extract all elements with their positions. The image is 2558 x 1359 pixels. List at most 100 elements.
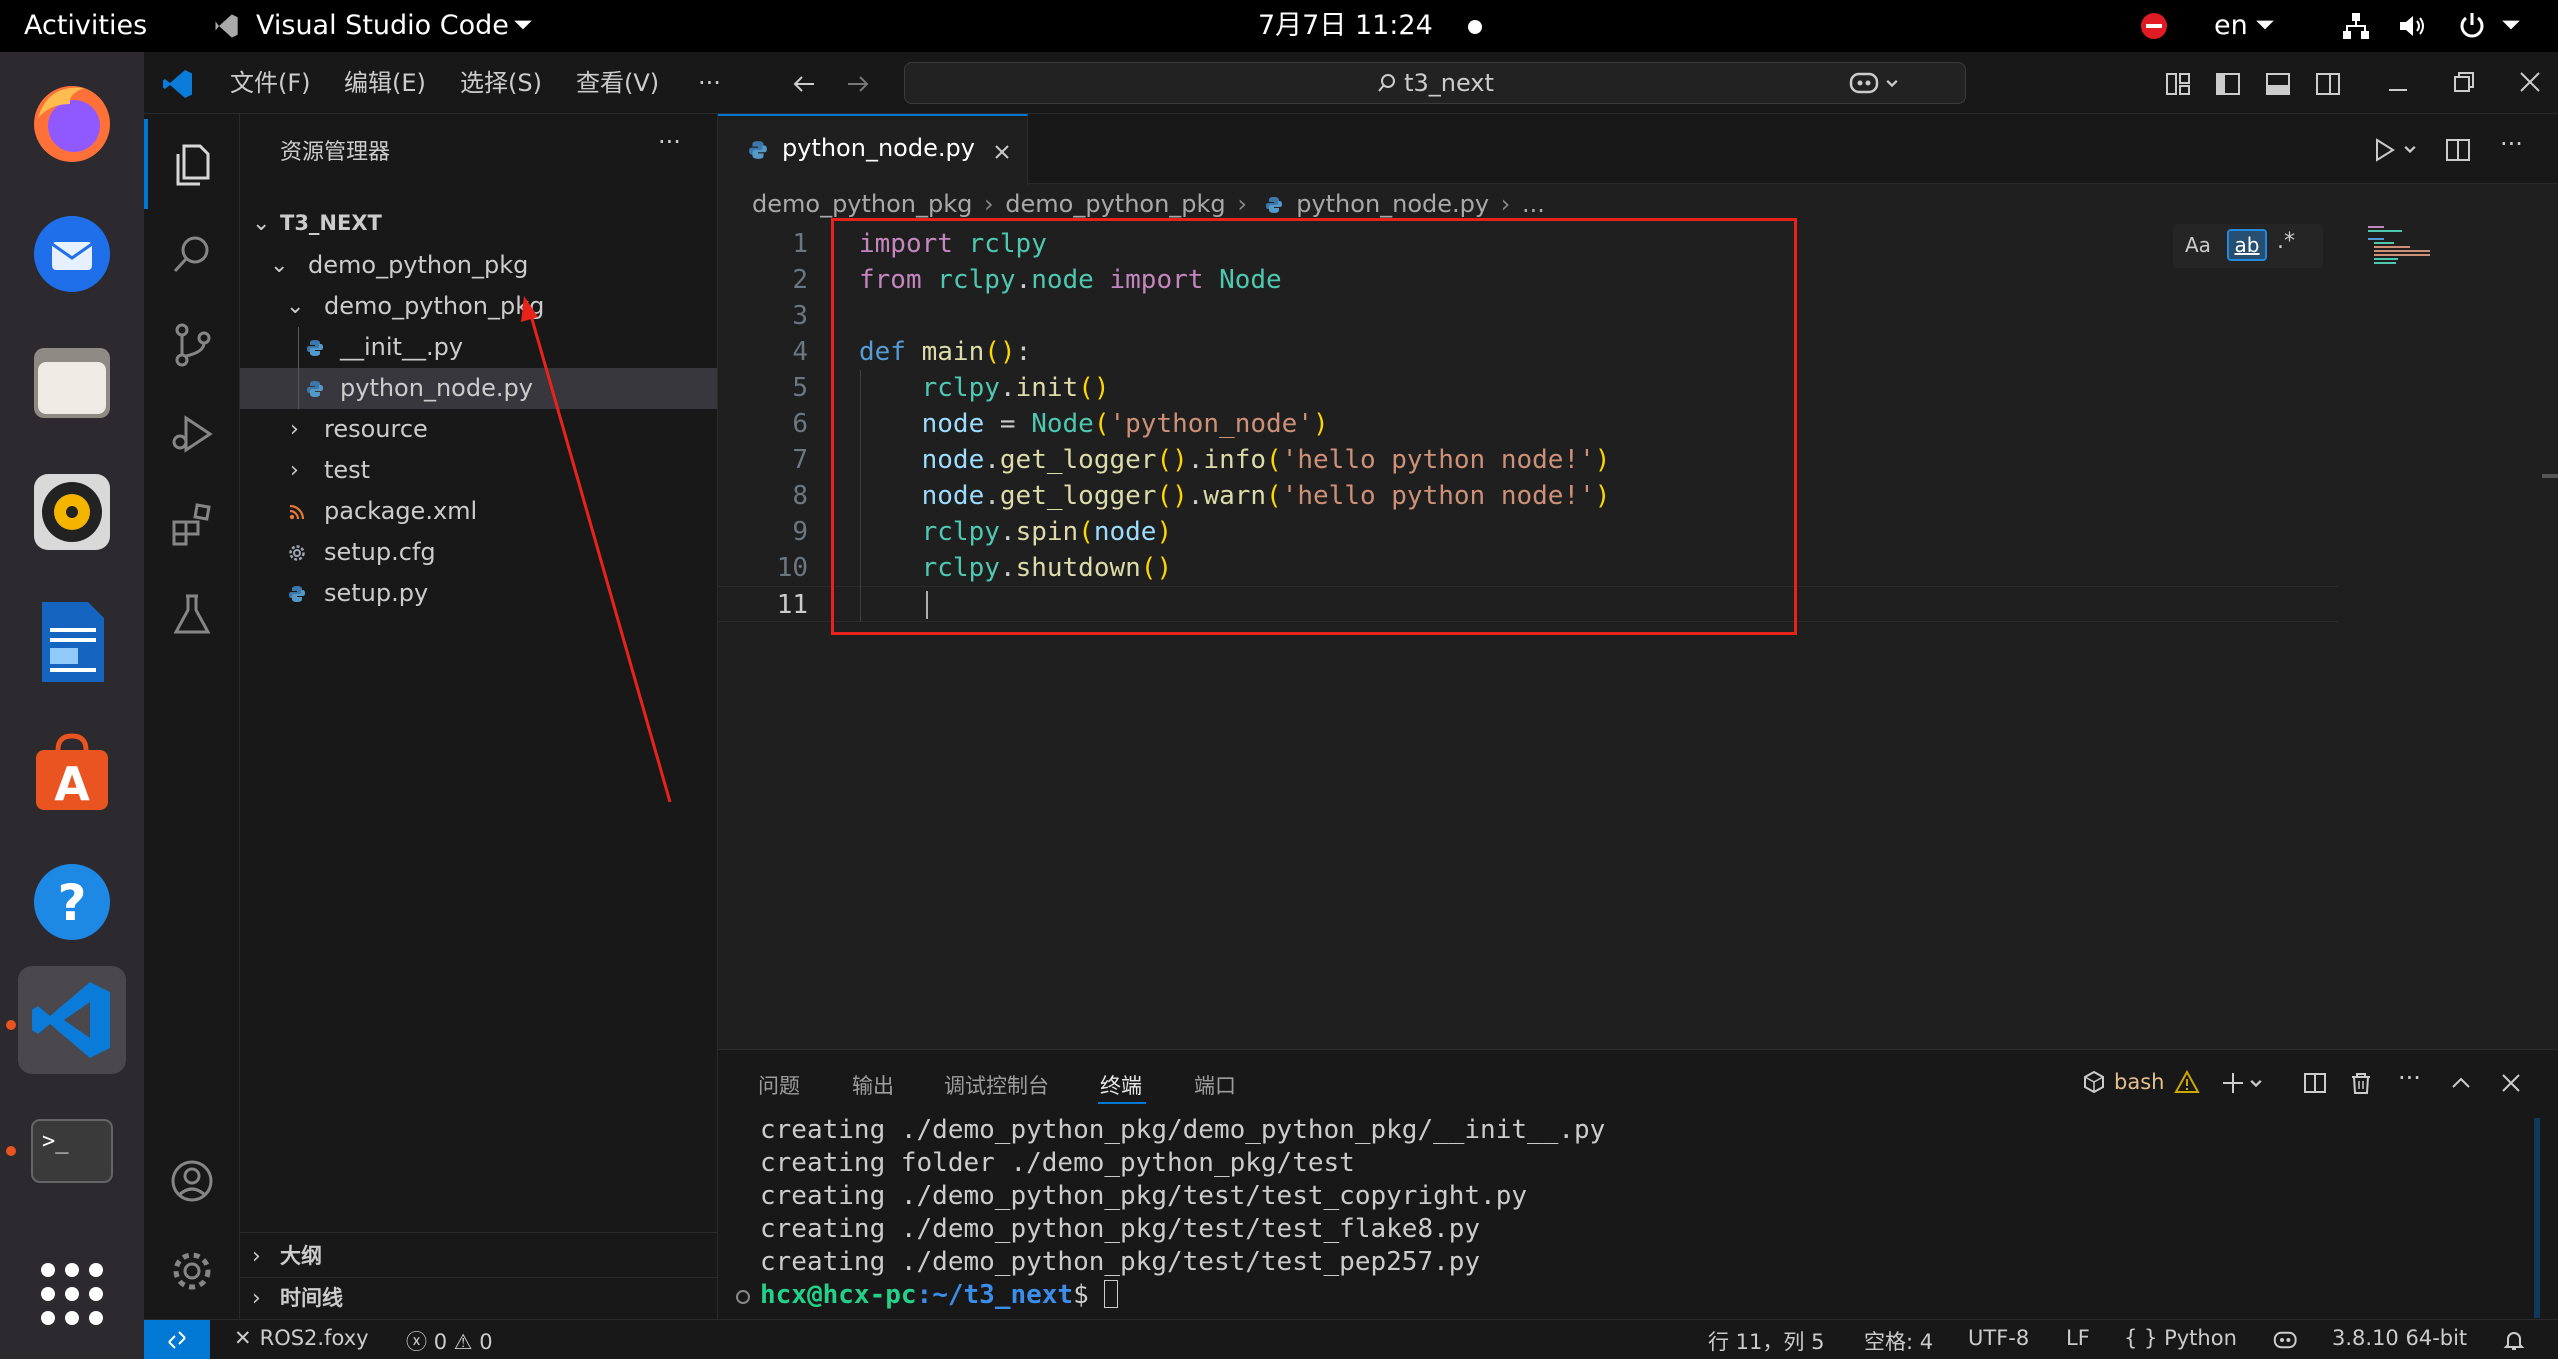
forward-arrow-icon[interactable]: [844, 70, 872, 98]
command-center[interactable]: t3_next: [904, 62, 1966, 104]
split-terminal-icon[interactable]: [2302, 1070, 2328, 1096]
activities-button[interactable]: Activities: [24, 10, 147, 42]
menu-file[interactable]: 文件(F): [230, 68, 311, 98]
dock-firefox[interactable]: [18, 68, 126, 176]
chevron-down-icon[interactable]: [2248, 1076, 2264, 1092]
chevron-down-icon[interactable]: [2254, 14, 2276, 36]
encoding[interactable]: UTF-8: [1968, 1326, 2029, 1350]
tree-item-file-selected[interactable]: python_node.py: [240, 368, 717, 409]
app-menu-title[interactable]: Visual Studio Code: [256, 10, 509, 42]
command-decoration-icon[interactable]: [736, 1290, 750, 1304]
chevron-down-icon[interactable]: [2402, 142, 2418, 158]
tab-terminal[interactable]: 终端: [1100, 1070, 1142, 1100]
more-actions-icon[interactable]: ···: [658, 128, 681, 156]
toggle-panel-icon[interactable]: [2264, 70, 2292, 98]
source-control-view[interactable]: [144, 299, 240, 389]
run-debug-view[interactable]: [144, 389, 240, 479]
tree-item-folder[interactable]: ⌄ demo_python_pkg: [240, 286, 717, 327]
chevron-down-icon[interactable]: [1884, 76, 1900, 92]
input-language[interactable]: en: [2214, 10, 2248, 42]
back-arrow-icon[interactable]: [790, 70, 818, 98]
trash-icon[interactable]: [2348, 1070, 2374, 1096]
workspace-root[interactable]: ⌄ T3_NEXT: [240, 203, 717, 244]
tree-item-folder[interactable]: › test: [240, 450, 717, 491]
breadcrumb-item[interactable]: python_node.py: [1296, 190, 1489, 218]
terminal-shell-name[interactable]: bash: [2114, 1070, 2164, 1094]
menu-view[interactable]: 查看(V): [576, 68, 659, 98]
minimize-icon[interactable]: [2384, 70, 2412, 98]
dock-terminal[interactable]: >_: [18, 1096, 126, 1204]
regex-toggle[interactable]: .*: [2277, 229, 2295, 254]
extensions-view[interactable]: [144, 479, 240, 569]
maximize-panel-icon[interactable]: [2448, 1070, 2474, 1096]
tree-item-file[interactable]: package.xml: [240, 491, 717, 532]
scrollbar[interactable]: [2542, 474, 2558, 478]
copilot-icon[interactable]: [1848, 68, 1882, 98]
cursor-position[interactable]: 行 11，列 5: [1708, 1326, 1824, 1356]
search-view[interactable]: [144, 209, 240, 299]
tree-item-file[interactable]: setup.py: [240, 573, 717, 614]
network-icon[interactable]: [2340, 10, 2372, 42]
volume-icon[interactable]: [2396, 10, 2428, 42]
manage-button[interactable]: [144, 1226, 240, 1316]
whole-word-toggle[interactable]: ab: [2227, 229, 2267, 261]
new-terminal-icon[interactable]: [2220, 1070, 2246, 1096]
explorer-view[interactable]: [144, 119, 240, 209]
terminal-scrollbar[interactable]: [2534, 1118, 2540, 1318]
python-interpreter[interactable]: 3.8.10 64-bit: [2332, 1326, 2467, 1350]
toggle-secondary-sidebar-icon[interactable]: [2314, 70, 2342, 98]
dock-app-center[interactable]: A: [18, 718, 126, 826]
power-icon[interactable]: [2456, 10, 2488, 42]
testing-view[interactable]: [144, 569, 240, 659]
menu-selection[interactable]: 选择(S): [460, 68, 542, 98]
customize-layout-icon[interactable]: [2164, 70, 2192, 98]
toggle-sidebar-icon[interactable]: [2214, 70, 2242, 98]
dock-help[interactable]: ?: [18, 848, 126, 956]
outline-section[interactable]: › 大纲: [240, 1236, 717, 1277]
problems-status[interactable]: ⓧ 0 ⚠ 0: [406, 1326, 493, 1356]
dock-show-apps[interactable]: [18, 1240, 126, 1348]
clock[interactable]: 7月7日 11:24: [1258, 10, 1433, 42]
indentation[interactable]: 空格: 4: [1864, 1326, 1933, 1356]
close-icon[interactable]: [2516, 68, 2544, 96]
bell-icon[interactable]: [2502, 1328, 2526, 1352]
tab-python-node[interactable]: python_node.py: [718, 114, 1028, 185]
dock-thunderbird[interactable]: [18, 198, 126, 306]
chevron-down-icon[interactable]: [512, 14, 534, 36]
dock-vscode[interactable]: [18, 966, 126, 1074]
more-actions-icon[interactable]: ···: [2500, 130, 2523, 158]
run-icon[interactable]: [2370, 136, 2398, 164]
chevron-down-icon[interactable]: [2500, 14, 2522, 36]
copilot-icon[interactable]: [2272, 1328, 2300, 1352]
restore-icon[interactable]: [2450, 68, 2478, 96]
remote-indicator[interactable]: [144, 1320, 210, 1359]
language-mode[interactable]: { } Python: [2124, 1326, 2237, 1350]
split-editor-icon[interactable]: [2444, 136, 2472, 164]
tree-item-file[interactable]: setup.cfg: [240, 532, 717, 573]
ros-status[interactable]: ✕ ROS2.foxy: [234, 1326, 369, 1350]
accounts-button[interactable]: [144, 1136, 240, 1226]
do-not-disturb-icon[interactable]: [2138, 10, 2170, 42]
breadcrumb-item[interactable]: demo_python_pkg: [752, 190, 972, 218]
close-icon[interactable]: [2498, 1070, 2524, 1096]
menu-more[interactable]: ···: [698, 68, 721, 98]
more-actions-icon[interactable]: ···: [2398, 1064, 2421, 1092]
close-icon[interactable]: [992, 142, 1012, 162]
dock-files[interactable]: [18, 328, 126, 436]
tree-item-file[interactable]: __init__.py: [240, 327, 717, 368]
tree-item-folder[interactable]: › resource: [240, 409, 717, 450]
tab-problems[interactable]: 问题: [758, 1070, 800, 1100]
breadcrumb-item[interactable]: demo_python_pkg: [1005, 190, 1225, 218]
dock-rhythmbox[interactable]: [18, 458, 126, 566]
menu-edit[interactable]: 编辑(E): [344, 68, 426, 98]
timeline-section[interactable]: › 时间线: [240, 1278, 717, 1319]
tab-debug-console[interactable]: 调试控制台: [944, 1070, 1049, 1100]
breadcrumb-item[interactable]: ...: [1522, 190, 1545, 218]
tab-ports[interactable]: 端口: [1194, 1070, 1236, 1100]
end-of-line[interactable]: LF: [2066, 1326, 2090, 1350]
match-case-toggle[interactable]: Aa: [2185, 233, 2211, 257]
tree-item-folder[interactable]: ⌄ demo_python_pkg: [240, 245, 717, 286]
tab-output[interactable]: 输出: [852, 1070, 894, 1100]
minimap[interactable]: [2368, 224, 2468, 274]
dock-writer[interactable]: [18, 588, 126, 696]
